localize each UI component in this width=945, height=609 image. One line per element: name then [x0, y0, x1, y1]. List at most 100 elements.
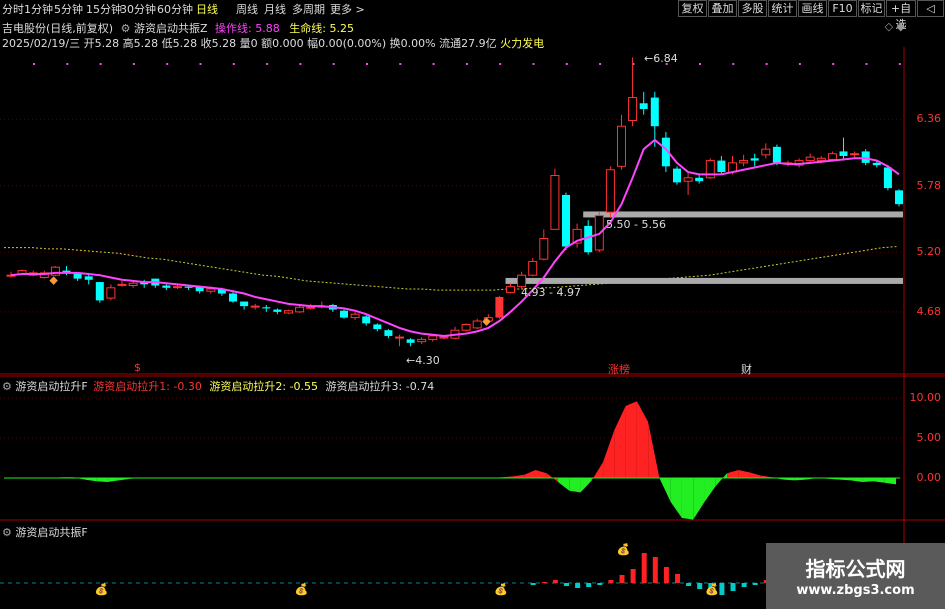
candle-body: [262, 307, 271, 309]
panel3-title[interactable]: 游资启动共振F: [15, 526, 87, 539]
panel2-axis-label: 0.00: [916, 471, 942, 484]
candle-body: [273, 309, 282, 312]
candle-body: [340, 310, 348, 318]
panel2-area: [96, 478, 108, 482]
candle-body: [650, 97, 659, 127]
operation-line: [10, 138, 900, 337]
panel3-bar: [564, 583, 569, 586]
panel3-settings-icon[interactable]: ⚙: [2, 526, 12, 539]
candle-body: [683, 177, 693, 182]
panel2-area: [749, 472, 761, 478]
signal-dot: [732, 63, 735, 65]
panel3-bar: [652, 557, 658, 583]
panel2-line1: 游资启动拉升1: -0.30: [93, 380, 202, 393]
chart-svg[interactable]: ◆◆ 💰💰💰💰💰💰: [0, 0, 945, 609]
candle-body: [761, 148, 771, 156]
signal-dot: [266, 63, 269, 65]
candle-body: [295, 306, 305, 313]
candle-body: [805, 156, 815, 162]
signal-dot: [465, 63, 468, 65]
candle-body: [472, 320, 482, 329]
watermark-url: www.zbgs3.com: [796, 583, 915, 598]
signal-dot: [798, 63, 801, 65]
candle-body: [639, 103, 648, 110]
signal-dot: [565, 63, 568, 65]
candle-body: [517, 274, 527, 288]
panel3-bar: [752, 583, 758, 585]
candle-body: [850, 153, 860, 156]
diamond-signal-icon: ◆: [482, 315, 491, 328]
candle-body: [717, 160, 726, 173]
signal-dot: [232, 63, 235, 65]
money-bag-icon: 💰: [95, 583, 109, 596]
price-zone-bar: [583, 211, 903, 218]
candle-body: [306, 306, 316, 309]
panel3-bar: [575, 583, 581, 588]
candle-body: [562, 194, 570, 247]
panel2-area: [850, 478, 863, 482]
candle-body: [605, 169, 615, 213]
candle-body: [439, 336, 449, 339]
watermark-title: 指标公式网: [805, 557, 906, 581]
panel2-settings-icon[interactable]: ⚙: [2, 380, 12, 393]
bottom-mark-limit-up: 涨榜: [608, 363, 630, 376]
signal-dot: [532, 63, 535, 65]
panel2-area: [862, 478, 874, 482]
candle-body: [695, 177, 704, 182]
high-price-label: ←6.84: [644, 52, 678, 65]
candle-body: [816, 157, 826, 162]
panel3-bar: [686, 583, 692, 586]
panel3-bar: [630, 569, 636, 583]
candle-body: [827, 153, 837, 160]
signal-dot: [432, 63, 435, 65]
signal-dot: [765, 63, 768, 65]
panel2-area: [884, 478, 896, 485]
candle-body: [350, 313, 360, 319]
signal-dot: [898, 63, 901, 65]
signal-dot: [865, 63, 868, 65]
panel2-area: [704, 478, 716, 502]
high-arrow-icon: ←: [644, 52, 654, 65]
signal-dot: [99, 63, 102, 65]
panel2-area: [648, 422, 660, 478]
candle-body: [628, 97, 638, 121]
panel3-bar: [697, 583, 703, 589]
candle-body: [106, 287, 116, 299]
panel2-area: [558, 478, 570, 491]
candle-body: [184, 286, 193, 288]
signal-dot: [332, 63, 335, 65]
panel2-area: [614, 406, 626, 478]
panel2-header: ⚙ 游资启动拉升F 游资启动拉升1: -0.30 游资启动拉升2: -0.55 …: [2, 378, 434, 394]
panel3-bar: [552, 580, 558, 583]
panel2-area: [569, 478, 581, 493]
panel2-axis-label: 5.00: [916, 431, 942, 444]
panel2-title[interactable]: 游资启动拉升F: [15, 380, 87, 393]
candle-body: [250, 305, 260, 308]
signal-dot: [499, 63, 502, 65]
panel3-bar: [663, 567, 669, 583]
candle-body: [384, 330, 393, 336]
candle-body: [872, 162, 881, 166]
bottom-mark-dollar: $: [134, 361, 141, 374]
panel3-bar: [675, 574, 680, 583]
candle-body: [506, 286, 515, 293]
panel2-area: [670, 478, 682, 518]
panel3-bar: [741, 583, 747, 587]
candle-body: [84, 276, 93, 280]
candle-body: [417, 338, 427, 343]
panel3-header: ⚙ 游资启动共振F: [2, 524, 88, 540]
panel3-bar: [608, 580, 614, 583]
candle-body: [528, 260, 538, 276]
main-axis-label: 4.68: [916, 304, 942, 318]
candle-body: [617, 125, 626, 167]
panel2-area: [659, 478, 671, 502]
signal-dot: [399, 63, 402, 65]
panel2-area: [603, 430, 615, 478]
panel2-axis-label: 10.00: [909, 391, 942, 404]
signal-dot: [699, 63, 701, 65]
signal-dot: [366, 63, 368, 65]
candle-body: [539, 238, 549, 260]
signal-dot: [199, 63, 202, 65]
candle-body: [895, 190, 903, 205]
signal-dot: [832, 63, 835, 65]
